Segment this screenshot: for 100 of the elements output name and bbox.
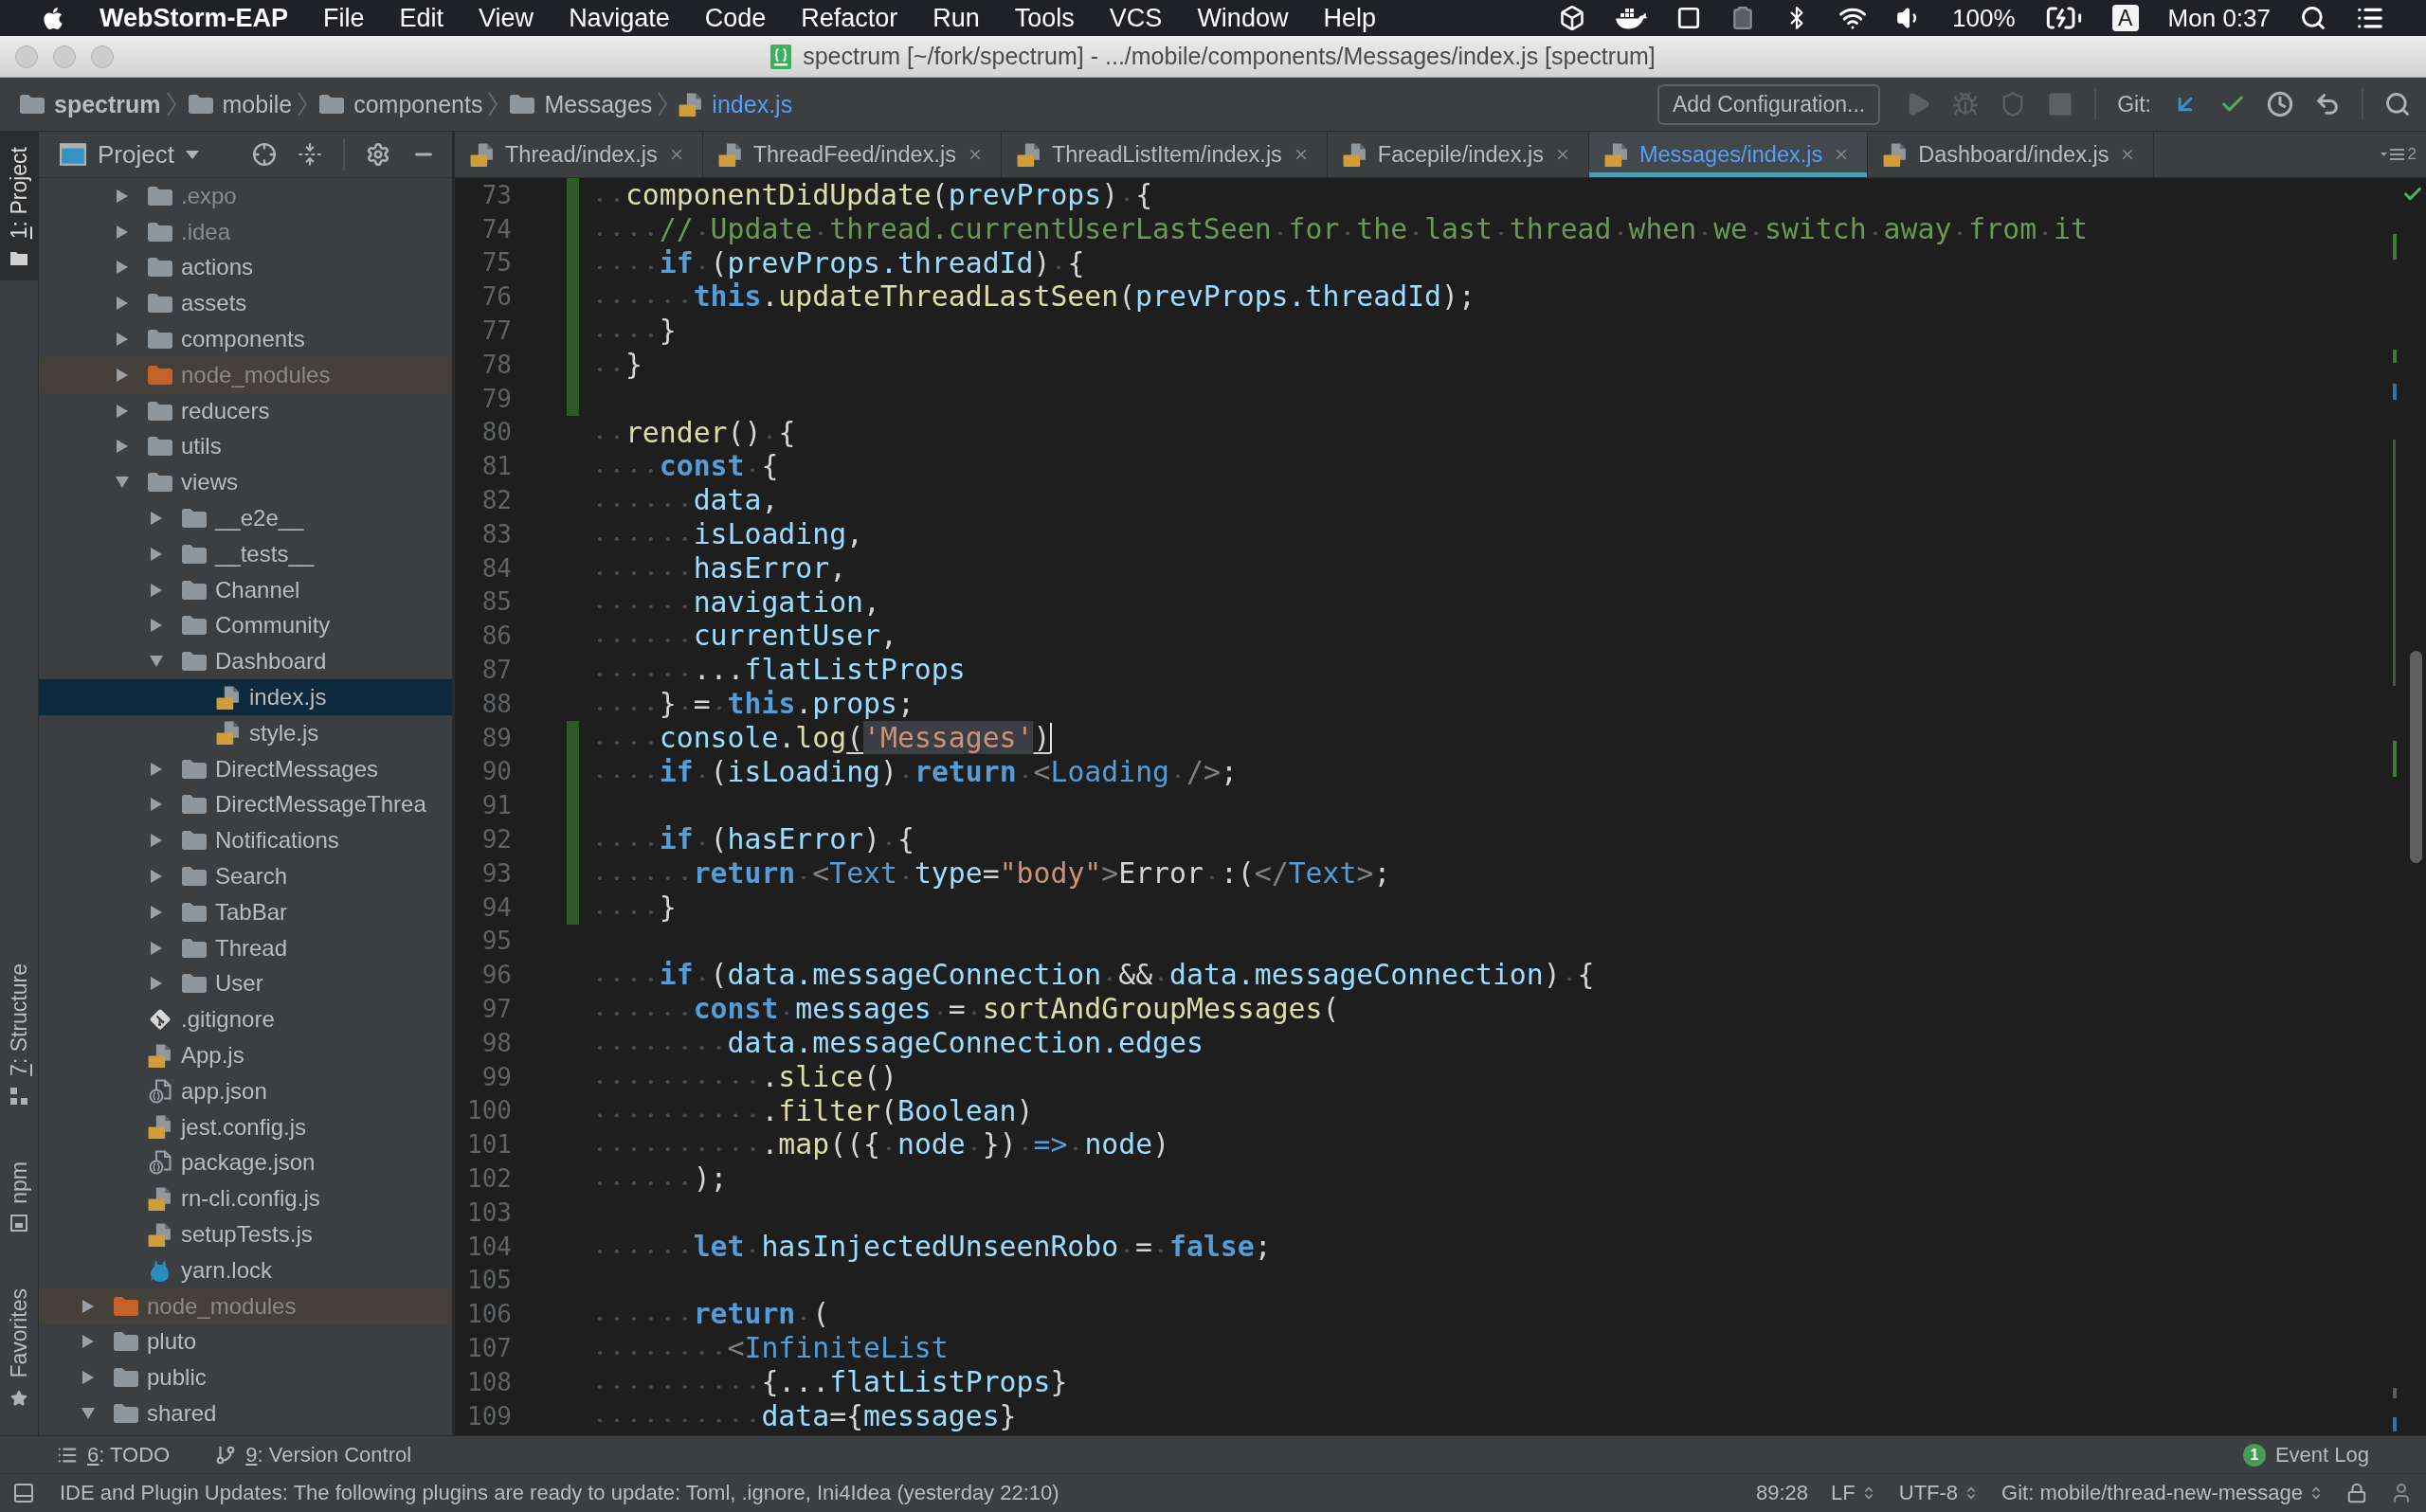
editor-tab[interactable]: Thread/index.js [455,132,703,177]
square-icon[interactable] [1676,6,1702,30]
input-source-indicator[interactable]: A [2111,5,2139,31]
disclosure-triangle-icon[interactable] [151,905,162,919]
tree-item[interactable]: setupTests.js [39,1216,452,1252]
tree-item[interactable]: __e2e__ [39,500,452,536]
lock-icon[interactable] [2346,1483,2367,1503]
editor-tab[interactable]: Dashboard/index.js [1868,132,2155,177]
tree-item[interactable]: DirectMessageThrea [39,786,452,823]
tree-item[interactable]: Search [39,858,452,894]
tree-item[interactable]: User [39,965,452,1002]
menu-item[interactable]: File [323,1,365,35]
tree-item[interactable]: jest.config.js [39,1108,452,1145]
whale-icon[interactable] [1615,7,1648,29]
tree-item[interactable]: reducers [39,392,452,429]
structure-icon[interactable] [10,1087,27,1105]
editor-tab[interactable]: ThreadListItem/index.js [1001,132,1328,177]
disclosure-triangle-icon[interactable] [151,512,162,526]
undo-icon[interactable] [2314,91,2341,117]
box-icon[interactable] [10,1215,27,1233]
tree-item[interactable]: components [39,321,452,357]
tree-item[interactable]: TabBar [39,893,452,930]
breadcrumb[interactable]: spectrum [19,90,161,118]
disclosure-triangle-icon[interactable] [117,368,128,382]
encoding-selector[interactable]: UTF-8 [1898,1481,1980,1505]
search-icon[interactable] [2300,5,2326,31]
menu-item[interactable]: Edit [399,1,444,35]
tree-item[interactable]: public [39,1359,452,1396]
tool-window-button[interactable]: 7: Structure [0,947,38,1120]
menu-item[interactable]: Code [704,1,767,35]
menu-item[interactable]: View [479,1,534,35]
menu-item[interactable]: Window [1197,1,1289,35]
scrollbar-thumb[interactable] [2410,651,2422,863]
tree-item[interactable]: node_modules [39,357,452,393]
disclosure-triangle-icon[interactable] [151,941,162,955]
disclosure-triangle-icon[interactable] [82,1371,94,1385]
collapse-all-icon[interactable] [298,142,322,167]
crosshair-icon[interactable] [252,142,277,167]
settings-icon[interactable] [366,142,390,167]
tool-window-button[interactable]: npm [0,1145,38,1248]
disclosure-triangle-icon[interactable] [151,583,162,597]
tree-item[interactable]: pluto [39,1323,452,1360]
menu-item[interactable]: Navigate [569,1,670,35]
tree-item[interactable]: .expo [39,178,452,214]
tree-item[interactable]: node_modules [39,1287,452,1324]
tree-item[interactable]: __tests__ [39,535,452,572]
menu-item[interactable]: Run [932,1,980,35]
tree-item[interactable]: actions [39,249,452,286]
disclosure-triangle-icon[interactable] [151,762,162,776]
disclosure-triangle-icon[interactable] [117,333,128,347]
tree-item[interactable]: style.js [39,714,452,751]
menu-item[interactable]: Help [1323,1,1376,35]
tool-window-button[interactable]: 1: Project [0,132,38,281]
folder-icon[interactable] [10,250,27,266]
app-menu[interactable]: WebStorm-EAP [100,1,289,35]
disclosure-triangle-icon[interactable] [151,834,162,848]
breadcrumb[interactable]: Messages [509,90,653,118]
star-icon[interactable] [10,1390,27,1407]
menu-bar-clock[interactable]: Mon 0:37 [2167,1,2271,35]
disclosure-triangle-icon[interactable] [82,1299,94,1313]
tree-item[interactable]: package.json [39,1144,452,1181]
editor-tab[interactable]: Facepile/index.js [1327,132,1589,177]
editor-tab[interactable]: ThreadFeed/index.js [702,132,1002,177]
menu-item[interactable]: Tools [1014,1,1075,35]
tree-item[interactable]: .idea [39,213,452,250]
tree-item[interactable]: Dashboard [39,643,452,680]
disclosure-triangle-icon[interactable] [150,656,163,668]
tree-item[interactable]: index.js [39,679,452,715]
disclosure-triangle-icon[interactable] [117,440,128,454]
tool-window-button[interactable]: 9: Version Control [215,1442,412,1467]
tree-item[interactable]: assets [39,285,452,322]
menu-item[interactable]: Refactor [801,1,898,35]
disclosure-triangle-icon[interactable] [151,619,162,633]
disclosure-triangle-icon[interactable] [117,225,128,239]
disclosure-triangle-icon[interactable] [151,977,162,991]
breadcrumb[interactable]: index.js [679,90,793,118]
tool-window-button[interactable]: Favorites [0,1273,38,1422]
tree-item[interactable]: .gitignore [39,1001,452,1038]
tree-item[interactable]: Channel [39,571,452,608]
git-branch-selector[interactable]: Git: mobile/thread-new-message [2001,1481,2324,1505]
tree-item[interactable]: DirectMessages [39,750,452,787]
tree-item[interactable]: yarn.lock [39,1251,452,1288]
caret-position[interactable]: 89:28 [1756,1481,1809,1505]
tree-item[interactable]: Notifications [39,822,452,859]
line-separator-selector[interactable]: LF [1831,1481,1876,1505]
disclosure-triangle-icon[interactable] [151,547,162,561]
disclosure-triangle-icon[interactable] [151,798,162,812]
tree-item[interactable]: views [39,464,452,501]
disclosure-triangle-icon[interactable] [117,297,128,311]
disclosure-triangle-icon[interactable] [82,1335,94,1349]
tree-item[interactable]: rn-cli.config.js [39,1180,452,1217]
project-view-dropdown[interactable]: Project [60,139,199,170]
event-log-button[interactable]: 1 Event Log [2242,1442,2369,1467]
add-configuration-button[interactable]: Add Configuration... [1657,83,1881,125]
tree-item[interactable]: utils [39,428,452,465]
cube-icon[interactable] [1559,5,1586,31]
panel-toggle-icon[interactable] [12,1482,35,1504]
disclosure-triangle-icon[interactable] [117,261,128,275]
disclosure-triangle-icon[interactable] [116,477,129,489]
tree-item[interactable]: Thread [39,929,452,966]
